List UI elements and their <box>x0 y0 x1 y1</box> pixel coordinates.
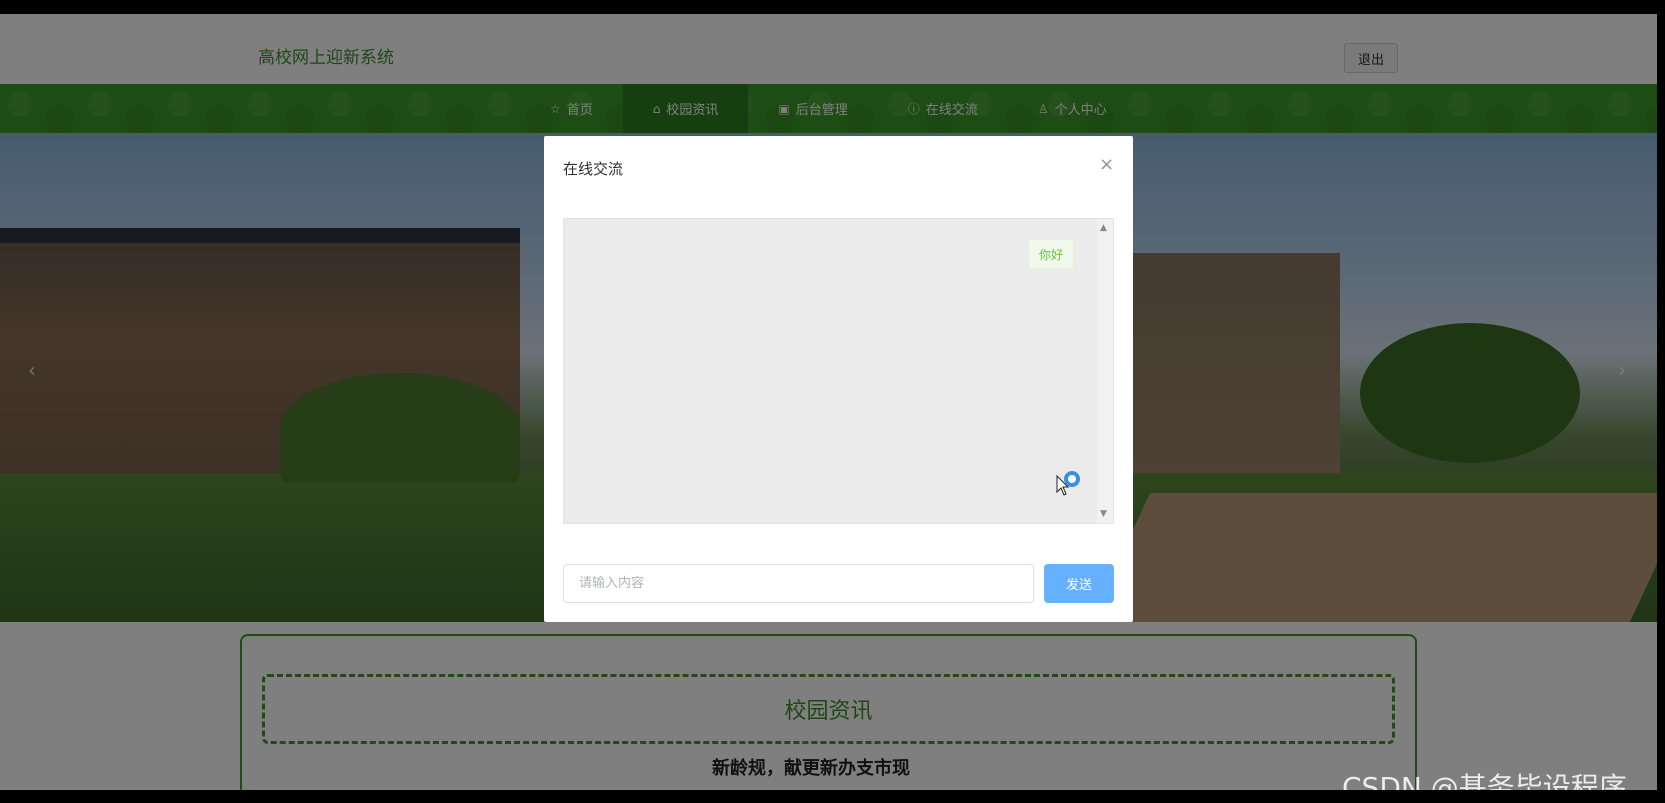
message-input[interactable] <box>563 564 1034 603</box>
browser-viewport: 高校网上迎新系统 退出 ☆ 首页 ⌂ 校园资讯 ▣ 后台管理 ⓘ 在线交流 ♙ … <box>0 14 1657 790</box>
chat-message-bubble: 你好 <box>1028 239 1075 269</box>
chat-message-area[interactable]: 你好 ▲ ▼ <box>563 218 1114 524</box>
send-button[interactable]: 发送 <box>1044 564 1114 603</box>
close-icon[interactable]: × <box>1099 154 1114 175</box>
csdn-watermark: CSDN @基务毕设程序 <box>1342 771 1627 790</box>
scroll-up-icon[interactable]: ▲ <box>1100 223 1107 233</box>
chat-scrollbar[interactable]: ▲ ▼ <box>1097 219 1113 523</box>
online-chat-dialog: 在线交流 × 你好 ▲ ▼ 发送 <box>544 136 1133 622</box>
dialog-title: 在线交流 <box>563 160 624 178</box>
mouse-cursor-icon <box>1056 475 1070 496</box>
scroll-down-icon[interactable]: ▼ <box>1100 509 1107 519</box>
